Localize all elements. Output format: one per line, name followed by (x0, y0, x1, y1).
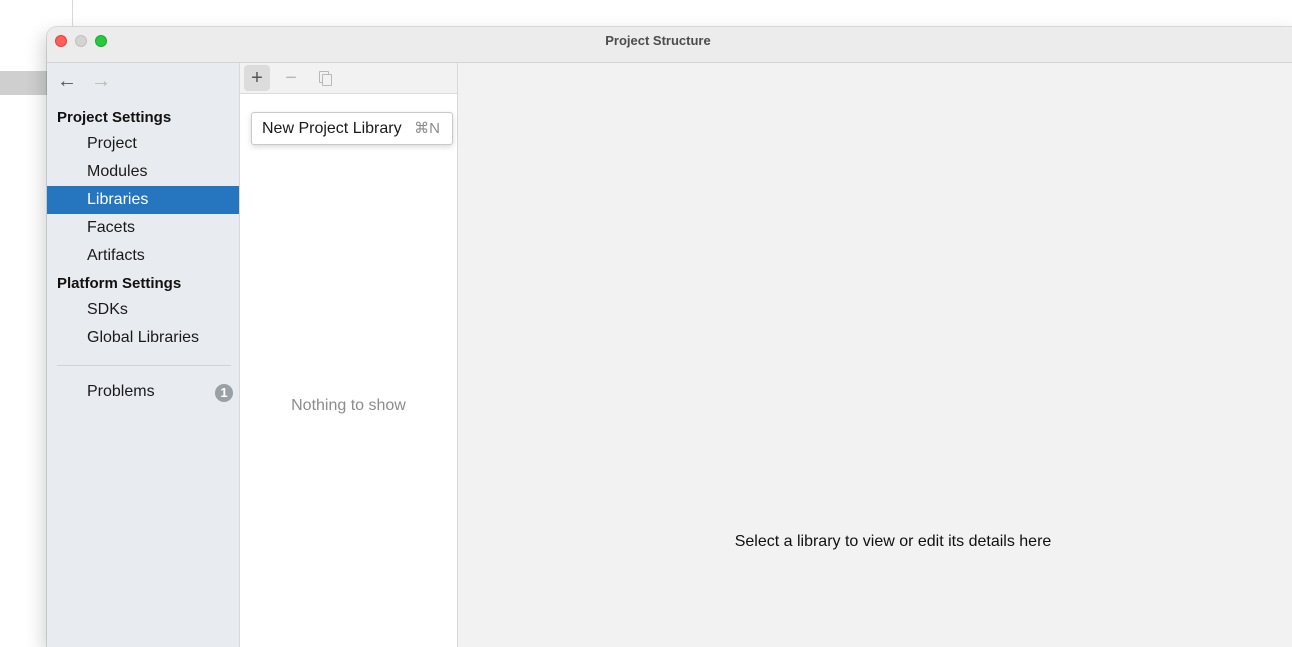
project-structure-dialog: Project Structure ← → Project Settings P… (47, 27, 1292, 647)
detail-placeholder-message: Select a library to view or edit its det… (734, 533, 1052, 550)
sidebar-item-project[interactable]: Project (47, 130, 239, 158)
problems-count-badge: 1 (215, 384, 233, 402)
empty-list-message: Nothing to show (291, 397, 406, 414)
new-project-library-option[interactable]: New Project Library (262, 113, 402, 144)
sidebar-item-modules[interactable]: Modules (47, 158, 239, 186)
sidebar-item-facets[interactable]: Facets (47, 214, 239, 242)
copy-icon-front-sheet (322, 74, 332, 86)
platform-settings-header: Platform Settings (57, 275, 182, 292)
settings-sidebar: ← → Project Settings Project Modules Lib… (47, 63, 240, 647)
sidebar-item-artifacts[interactable]: Artifacts (47, 242, 239, 270)
background-window-strip (0, 71, 47, 95)
background-window-divider (72, 0, 73, 26)
library-detail-panel: Select a library to view or edit its det… (458, 63, 1292, 647)
sidebar-item-global-libraries[interactable]: Global Libraries (47, 324, 239, 352)
title-bar: Project Structure (47, 27, 1292, 63)
libraries-list-panel: + − Nothing to show (240, 63, 458, 647)
back-arrow-icon[interactable]: ← (55, 71, 79, 91)
problems-label: Problems (87, 383, 155, 400)
new-library-dropdown[interactable]: New Project Library ⌘N (251, 112, 453, 145)
sidebar-item-problems[interactable]: Problems 1 (47, 378, 239, 406)
sidebar-divider (57, 365, 231, 366)
sidebar-item-sdks[interactable]: SDKs (47, 296, 239, 324)
remove-icon[interactable]: − (278, 65, 304, 91)
sidebar-item-libraries[interactable]: Libraries (47, 186, 239, 214)
forward-arrow-icon[interactable]: → (89, 71, 113, 91)
copy-icon[interactable] (312, 65, 338, 91)
shortcut-hint: ⌘N (414, 120, 440, 137)
window-title: Project Structure (605, 33, 711, 48)
add-icon[interactable]: + (244, 65, 270, 91)
libraries-toolbar: + − (240, 63, 457, 94)
project-settings-header: Project Settings (57, 109, 172, 126)
